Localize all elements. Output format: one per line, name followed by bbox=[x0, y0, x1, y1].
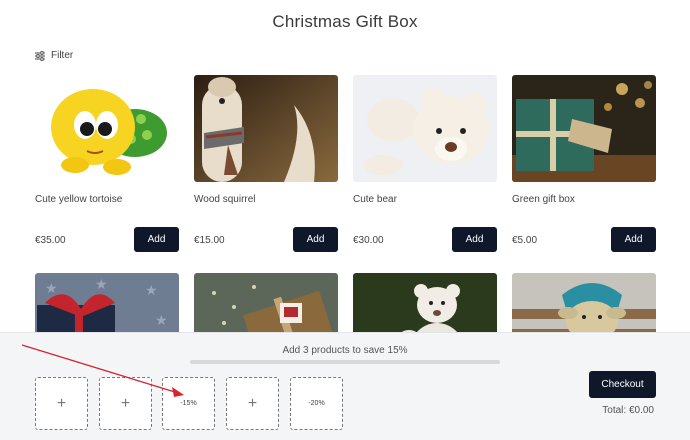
filter-button[interactable]: Filter bbox=[35, 50, 73, 61]
product-card: Green gift box €5.00 Add bbox=[512, 75, 656, 252]
add-button[interactable]: Add bbox=[611, 227, 656, 252]
bundle-bar: Add 3 products to save 15% + + -15% + -2… bbox=[0, 332, 690, 440]
add-button[interactable]: Add bbox=[134, 227, 179, 252]
bundle-progress-bar bbox=[190, 360, 500, 364]
product-card: Cute bear €30.00 Add bbox=[353, 75, 497, 252]
bundle-slot-4[interactable]: + bbox=[226, 377, 279, 430]
svg-text:★: ★ bbox=[145, 282, 158, 298]
svg-text:★: ★ bbox=[45, 280, 58, 296]
product-card: Cute yellow tortoise €35.00 Add bbox=[35, 75, 179, 252]
product-name[interactable]: Green gift box bbox=[512, 194, 575, 205]
plus-icon: + bbox=[120, 394, 131, 412]
product-name[interactable]: Wood squirrel bbox=[194, 194, 256, 205]
total-price: Total: €0.00 bbox=[602, 405, 654, 416]
product-image-wood-squirrel[interactable] bbox=[194, 75, 338, 182]
product-price: €35.00 bbox=[35, 235, 66, 246]
product-image-cute-bear[interactable] bbox=[353, 75, 497, 182]
svg-text:★: ★ bbox=[155, 312, 168, 328]
product-name[interactable]: Cute bear bbox=[353, 194, 397, 205]
product-price: €5.00 bbox=[512, 235, 538, 246]
add-button[interactable]: Add bbox=[293, 227, 338, 252]
bundle-slot-1[interactable]: + bbox=[35, 377, 88, 430]
checkout-button[interactable]: Checkout bbox=[589, 371, 656, 398]
bundle-slot-5[interactable]: -20% bbox=[290, 377, 343, 430]
product-price: €30.00 bbox=[353, 235, 384, 246]
plus-icon: + bbox=[247, 394, 258, 412]
sliders-icon bbox=[35, 50, 45, 61]
bundle-slot-2[interactable]: + bbox=[99, 377, 152, 430]
discount-label: -20% bbox=[308, 400, 325, 407]
product-name[interactable]: Cute yellow tortoise bbox=[35, 194, 122, 205]
bundle-save-text: Add 3 products to save 15% bbox=[282, 345, 408, 356]
product-price: €15.00 bbox=[194, 235, 225, 246]
add-button[interactable]: Add bbox=[452, 227, 497, 252]
plus-icon: + bbox=[56, 394, 67, 412]
product-image-green-gift-box[interactable] bbox=[512, 75, 656, 182]
discount-label: -15% bbox=[180, 400, 197, 407]
product-image-yellow-tortoise[interactable] bbox=[35, 75, 179, 182]
product-card: Wood squirrel €15.00 Add bbox=[194, 75, 338, 252]
filter-label: Filter bbox=[51, 50, 74, 61]
svg-text:★: ★ bbox=[95, 276, 108, 292]
bundle-slot-3[interactable]: -15% bbox=[162, 377, 215, 430]
page-title: Christmas Gift Box bbox=[272, 12, 418, 31]
